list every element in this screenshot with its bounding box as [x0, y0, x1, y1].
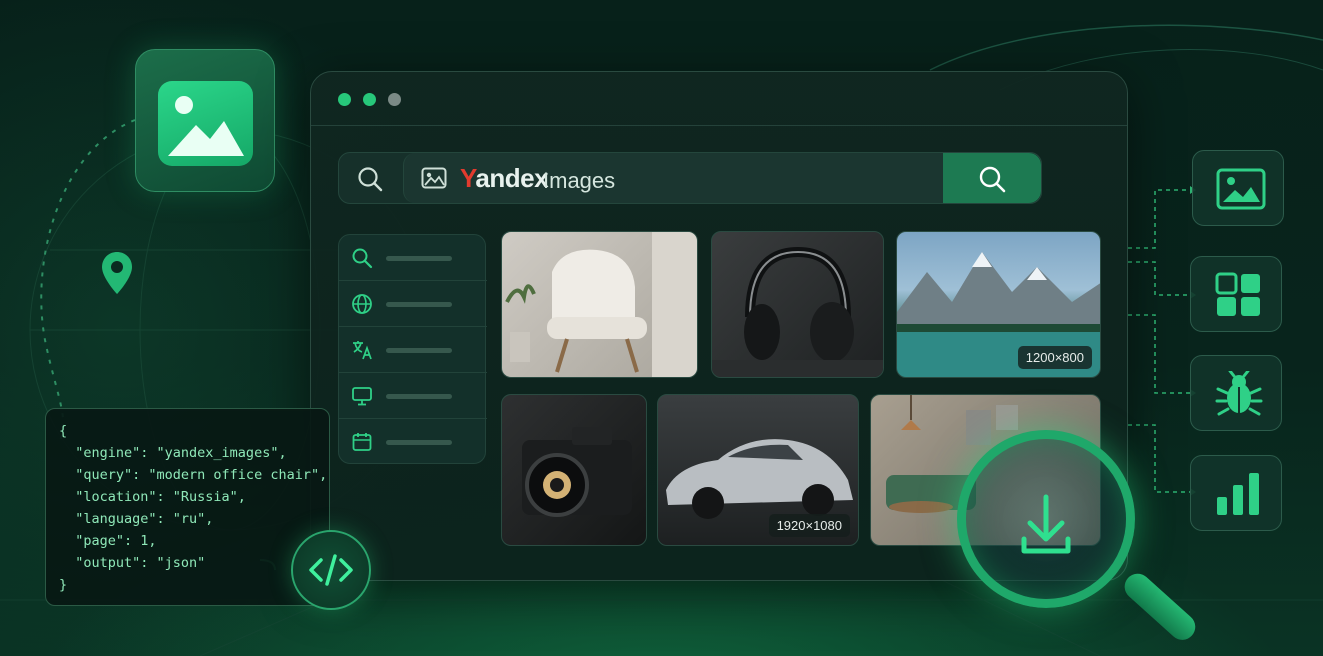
search-bar: Yandex Images	[338, 152, 1042, 204]
grid-icon	[1215, 272, 1260, 316]
translate-icon	[353, 341, 372, 360]
resolution-badge: 1920×1080	[768, 514, 850, 537]
code-line: "location": "Russia",	[59, 489, 246, 505]
code-line: "query": "modern office chair",	[59, 467, 328, 483]
sidebar-placeholder-line	[386, 348, 452, 353]
grid-output-tile[interactable]	[1190, 256, 1282, 332]
code-icon-badge[interactable]	[291, 530, 371, 610]
brand-logo: Yandex	[460, 163, 549, 193]
search-input[interactable]: Yandex Images	[403, 153, 943, 203]
armchair-image	[505, 232, 697, 377]
sidebar-placeholder-line	[386, 440, 452, 445]
resolution-badge: 1200×800	[1017, 346, 1092, 369]
code-line: "language": "ru",	[59, 511, 214, 527]
image-icon	[158, 81, 253, 166]
monitor-icon	[352, 387, 372, 406]
location-pin-icon	[102, 252, 132, 294]
sidebar-placeholder-line	[386, 394, 452, 399]
bug-icon	[1215, 371, 1263, 416]
code-line: {	[59, 423, 68, 439]
image-app-tile	[135, 49, 275, 192]
camera-image	[522, 427, 632, 517]
sidebar-item-date[interactable]	[339, 419, 487, 465]
code-line: }	[59, 577, 68, 593]
sidebar-item-device[interactable]	[339, 373, 487, 419]
image-output-tile[interactable]	[1192, 150, 1284, 226]
calendar-icon	[352, 433, 372, 451]
sidebar-item-region[interactable]	[339, 281, 487, 327]
globe-icon	[352, 294, 372, 314]
search-button[interactable]	[943, 153, 1041, 203]
api-request-code: { "engine": "yandex_images", "query": "m…	[45, 408, 330, 606]
image-result-sports-car[interactable]: 1920×1080	[657, 394, 859, 546]
search-icon[interactable]	[357, 166, 383, 192]
code-icon	[309, 554, 353, 586]
window-titlebar	[311, 72, 1127, 126]
download-icon[interactable]	[966, 439, 1126, 599]
image-result-mountain-lake[interactable]: 1200×800	[896, 231, 1101, 378]
code-line: "page": 1,	[59, 533, 157, 549]
code-line: "engine": "yandex_images",	[59, 445, 287, 461]
sidebar-item-search[interactable]	[339, 235, 487, 281]
sidebar-placeholder-line	[386, 302, 452, 307]
search-icon	[979, 166, 1006, 193]
window-dot-minimize[interactable]	[363, 93, 376, 106]
debug-output-tile[interactable]	[1190, 355, 1282, 431]
image-result-armchair[interactable]	[501, 231, 698, 378]
image-icon	[421, 167, 447, 189]
image-result-headphones[interactable]	[711, 231, 884, 378]
brand-subtitle: Images	[543, 168, 616, 193]
image-result-camera[interactable]	[501, 394, 647, 546]
window-dot-maximize[interactable]	[388, 93, 401, 106]
magnifier-lens	[957, 430, 1135, 608]
bar-chart-icon	[1217, 473, 1259, 515]
code-line: "output": "json"	[59, 555, 206, 571]
sidebar-placeholder-line	[386, 256, 452, 261]
filter-sidebar	[338, 234, 487, 465]
magnifier-handle	[1119, 568, 1201, 646]
image-icon	[1216, 168, 1266, 210]
search-icon	[352, 248, 373, 269]
sidebar-item-language[interactable]	[339, 327, 487, 373]
window-dot-close[interactable]	[338, 93, 351, 106]
headphones-image	[712, 246, 883, 377]
stats-output-tile[interactable]	[1190, 455, 1282, 531]
